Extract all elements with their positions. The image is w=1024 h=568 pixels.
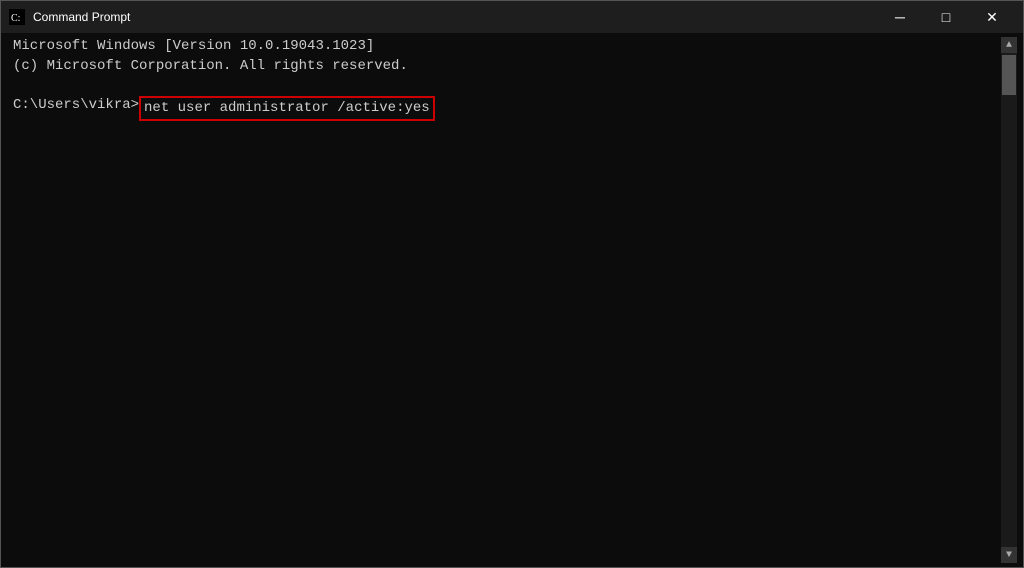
cmd-icon: C: xyxy=(9,9,25,25)
scrollbar-track[interactable] xyxy=(1001,53,1017,547)
maximize-button[interactable]: □ xyxy=(923,1,969,33)
scroll-down-arrow[interactable]: ▼ xyxy=(1001,547,1017,563)
prompt-text: C:\Users\vikra> xyxy=(13,96,139,116)
window-title: Command Prompt xyxy=(33,10,877,24)
console-content: Microsoft Windows [Version 10.0.19043.10… xyxy=(13,37,1001,563)
console-area[interactable]: Microsoft Windows [Version 10.0.19043.10… xyxy=(1,33,1023,567)
console-line-2: (c) Microsoft Corporation. All rights re… xyxy=(13,57,1001,77)
minimize-button[interactable]: ─ xyxy=(877,1,923,33)
console-prompt-line: C:\Users\vikra>net user administrator /a… xyxy=(13,96,1001,122)
title-bar: C: Command Prompt ─ □ ✕ xyxy=(1,1,1023,33)
scroll-up-arrow[interactable]: ▲ xyxy=(1001,37,1017,53)
close-button[interactable]: ✕ xyxy=(969,1,1015,33)
console-line-3 xyxy=(13,76,1001,96)
scrollbar-thumb[interactable] xyxy=(1002,55,1016,95)
command-prompt-window: C: Command Prompt ─ □ ✕ Microsoft Window… xyxy=(0,0,1024,568)
svg-text:C:: C: xyxy=(11,13,20,24)
command-highlight: net user administrator /active:yes xyxy=(139,96,435,122)
scrollbar[interactable]: ▲ ▼ xyxy=(1001,37,1017,563)
window-controls: ─ □ ✕ xyxy=(877,1,1015,33)
console-line-1: Microsoft Windows [Version 10.0.19043.10… xyxy=(13,37,1001,57)
